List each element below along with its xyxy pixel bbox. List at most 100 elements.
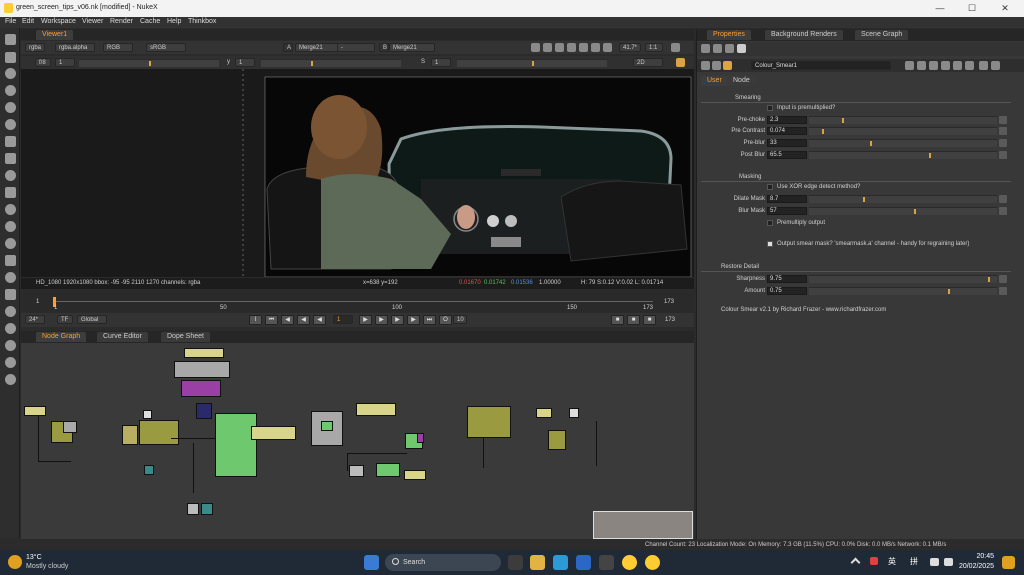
next-frame-button[interactable]: ▶ [375, 315, 388, 325]
blur-mask-slider[interactable] [809, 207, 997, 215]
group-node[interactable] [467, 406, 511, 438]
bounce-button[interactable]: ■ [627, 315, 640, 325]
in-point-button[interactable]: I [249, 315, 262, 325]
dot-node[interactable] [143, 410, 152, 419]
read-node[interactable] [187, 503, 199, 515]
last-frame-button[interactable]: ⏭ [423, 315, 436, 325]
minimize-button[interactable]: — [925, 2, 955, 15]
color-icon[interactable] [5, 102, 16, 113]
sharpness-slider[interactable] [809, 275, 997, 283]
keyer-node[interactable] [376, 463, 400, 477]
tab-node-graph[interactable]: Node Graph [36, 332, 87, 342]
scope-select[interactable]: Global [77, 315, 107, 324]
note-node[interactable] [356, 403, 396, 416]
backdrop-node[interactable] [184, 348, 224, 358]
tab-node[interactable]: Node [727, 76, 756, 86]
transform-node[interactable] [196, 403, 212, 419]
note-node[interactable] [251, 426, 296, 440]
notification-icon[interactable] [1002, 556, 1015, 569]
sharpness-knob[interactable] [988, 277, 990, 282]
tab-scene-graph[interactable]: Scene Graph [855, 30, 909, 40]
blur-mask-value[interactable]: 57 [767, 207, 807, 215]
task-view-icon[interactable] [508, 555, 523, 570]
preblur-knob[interactable] [870, 141, 872, 146]
tf-select[interactable]: TF [57, 315, 73, 324]
group-node[interactable] [139, 420, 179, 445]
tab-properties[interactable]: Properties [707, 30, 751, 40]
cara-icon[interactable] [5, 340, 16, 351]
prev-key-button[interactable]: ◀ [281, 315, 294, 325]
gamma-slider[interactable] [261, 59, 401, 67]
collapse-icon[interactable] [701, 61, 710, 70]
taskbar-search[interactable]: Search [385, 554, 501, 571]
tab-viewer1[interactable]: Viewer1 [36, 30, 74, 40]
backdrop-node[interactable] [215, 413, 257, 477]
store-icon[interactable] [576, 555, 591, 570]
ime-mode[interactable]: 拼 [910, 556, 918, 567]
tray-app-icon[interactable] [870, 557, 878, 565]
amount-knob[interactable] [948, 289, 950, 294]
ratio-value[interactable]: 1:1 [645, 43, 663, 52]
deep-icon[interactable] [5, 221, 16, 232]
loop-button[interactable]: ■ [643, 315, 656, 325]
float-icon[interactable] [979, 61, 988, 70]
prev-inc-button[interactable]: ◀ [297, 315, 310, 325]
refresh-icon[interactable] [603, 43, 612, 52]
animation-menu-icon[interactable] [999, 195, 1007, 203]
particles-icon[interactable] [5, 204, 16, 215]
toolsets-icon[interactable] [5, 272, 16, 283]
clip-icon[interactable] [579, 43, 588, 52]
xor-checkbox[interactable] [767, 184, 773, 190]
tab-user[interactable]: User [701, 76, 728, 86]
read-node[interactable] [122, 425, 138, 445]
volume-icon[interactable] [944, 558, 953, 566]
menu-workspace[interactable]: Workspace [41, 18, 76, 25]
read-node[interactable] [349, 465, 364, 477]
output-mask-checkbox[interactable] [767, 241, 773, 247]
timeline[interactable]: 1 1 50 100 150 173 173 [21, 293, 694, 311]
transform-icon[interactable] [5, 170, 16, 181]
max-panels-icon[interactable] [701, 44, 710, 53]
node-graph-canvas[interactable] [21, 343, 694, 539]
prechoke-slider[interactable] [809, 116, 997, 124]
menu-viewer[interactable]: Viewer [82, 18, 103, 25]
other-icon[interactable] [5, 289, 16, 300]
amount-value[interactable]: 0.75 [767, 287, 807, 295]
dilate-mask-value[interactable]: 8.7 [767, 195, 807, 203]
first-frame-button[interactable]: ⏮ [265, 315, 278, 325]
end-frame-field[interactable]: 173 [665, 317, 675, 323]
layer-select[interactable]: rgba.alpha [55, 43, 95, 52]
zoom-value[interactable]: 41.7* [619, 43, 641, 52]
lock-icon[interactable] [713, 44, 722, 53]
animation-menu-icon[interactable] [999, 127, 1007, 135]
viewer-canvas[interactable] [21, 69, 694, 277]
menu-thinkbox[interactable]: Thinkbox [188, 18, 216, 25]
blur-mask-knob[interactable] [914, 209, 916, 214]
start-icon[interactable] [364, 555, 379, 570]
time-icon[interactable] [5, 68, 16, 79]
nuke-taskbar-icon[interactable] [622, 555, 637, 570]
wipe-op-select[interactable]: - [337, 43, 375, 52]
channel-icon[interactable] [5, 85, 16, 96]
furnace-icon[interactable] [5, 306, 16, 317]
keyer-icon[interactable] [5, 136, 16, 147]
amount-slider[interactable] [809, 287, 997, 295]
display-select[interactable]: sRGB [146, 43, 186, 52]
image-icon[interactable] [5, 34, 16, 45]
premultiply-output-checkbox[interactable] [767, 220, 773, 226]
read-node[interactable] [63, 421, 77, 433]
help-icon[interactable] [965, 61, 974, 70]
b-input-select[interactable]: Merge21 [389, 43, 435, 52]
dilate-mask-slider[interactable] [809, 195, 997, 203]
clear-icon[interactable] [725, 44, 734, 53]
viewer-menu-icon[interactable] [671, 43, 680, 52]
fstop-field[interactable]: f/8 [35, 58, 51, 67]
menu-help[interactable]: Help [167, 18, 181, 25]
tab-dope-sheet[interactable]: Dope Sheet [161, 332, 210, 342]
weather-icon[interactable] [8, 555, 22, 569]
close-button[interactable]: ✕ [990, 2, 1020, 15]
plugin-icon[interactable] [5, 357, 16, 368]
maximize-button[interactable]: ☐ [957, 2, 987, 15]
sharpness-value[interactable]: 9.75 [767, 275, 807, 283]
preblur-value[interactable]: 33 [767, 139, 807, 147]
